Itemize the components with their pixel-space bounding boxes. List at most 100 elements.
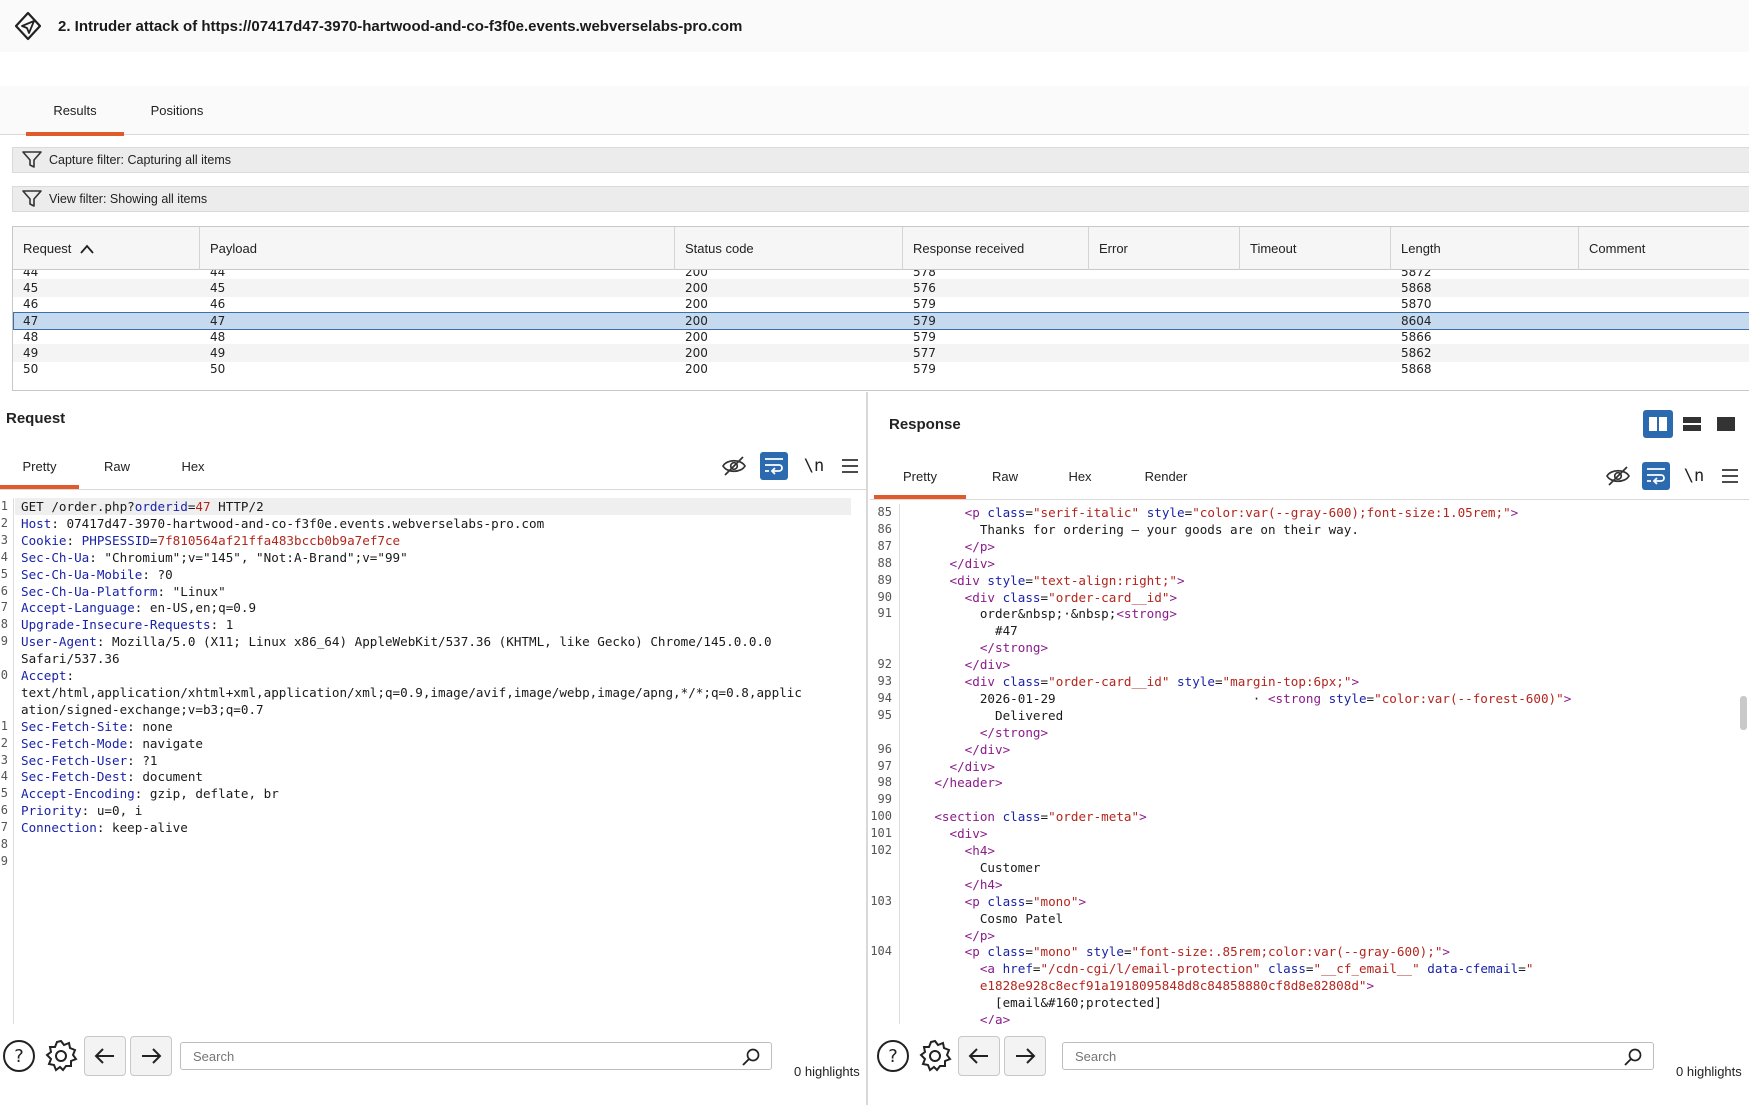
menu-icon[interactable] [836, 452, 864, 480]
request-editor[interactable]: 1 GET /order.php?orderid=47 HTTP/2 2 Host: … [0, 498, 866, 1024]
code-line: </p> [964, 927, 996, 943]
line-number: 87 [877, 538, 892, 553]
previous-match-button[interactable] [84, 1036, 126, 1076]
menu-icon[interactable] [1716, 462, 1744, 490]
line-number: 104 [870, 944, 892, 959]
column-header-payload[interactable]: Payload [200, 227, 675, 270]
line-number: 101 [870, 826, 892, 841]
previous-match-button[interactable] [958, 1036, 1000, 1076]
tab-positions-label: Positions [150, 103, 204, 118]
column-header-label: Response received [913, 241, 1025, 256]
gear-icon[interactable] [42, 1037, 80, 1075]
tab-response-raw[interactable]: Raw [984, 454, 1026, 499]
help-icon[interactable]: ? [874, 1037, 912, 1075]
tab-response-render[interactable]: Render [1136, 454, 1196, 499]
code-line: ation/signed-exchange;v=b3;q=0.7 [21, 701, 264, 717]
code-line: Sec-Fetch-User: ?1 [21, 752, 158, 768]
line-number [870, 927, 892, 944]
line-number: 2 [0, 515, 8, 530]
tab-positions[interactable]: Positions [134, 86, 220, 135]
line-number [870, 859, 892, 876]
window-title: 2. Intruder attack of https://07417d47-3… [58, 17, 743, 35]
request-highlight-count: 0 highlights [794, 1064, 860, 1079]
hide-nonprinting-icon[interactable] [1604, 462, 1632, 490]
arrow-left-icon [968, 1048, 988, 1064]
line-number: 4 [0, 769, 8, 784]
table-row[interactable]: 50 50 200 579 5868 [13, 360, 1749, 378]
code-line: Accept-Language: en-US,en;q=0.9 [21, 600, 257, 616]
newline-toggle-icon[interactable]: \n [800, 452, 828, 480]
code-line: Safari/537.36 [21, 651, 120, 667]
code-line: </strong> [979, 640, 1049, 656]
line-number: 92 [877, 657, 892, 672]
tab-label: Hex [1068, 469, 1092, 484]
columns-layout-icon [1649, 417, 1667, 431]
response-panel-title: Response [889, 416, 961, 433]
newline-toggle-icon[interactable]: \n [1680, 462, 1708, 490]
next-match-button[interactable] [130, 1036, 172, 1076]
line-number: 6 [0, 803, 8, 818]
line-number: 89 [877, 572, 892, 587]
table-cell-status: 200 [685, 362, 708, 377]
search-icon[interactable] [741, 1047, 761, 1067]
help-icon[interactable]: ? [0, 1037, 38, 1075]
vertical-scrollbar[interactable] [1740, 696, 1747, 730]
search-icon[interactable] [1623, 1047, 1643, 1067]
line-number: 6 [0, 583, 8, 598]
code-line: Sec-Ch-Ua: "Chromium";v="145", "Not:A-Br… [21, 549, 408, 565]
column-header-request[interactable]: Request [13, 227, 200, 270]
tab-label: Pretty [22, 459, 57, 474]
word-wrap-icon[interactable] [760, 452, 788, 480]
single-layout-icon [1717, 417, 1735, 431]
code-line: </a> [979, 1012, 1011, 1024]
line-number: 98 [877, 775, 892, 790]
column-header-length[interactable]: Length [1391, 227, 1579, 270]
column-header-label: Comment [1589, 241, 1646, 256]
column-header-comment[interactable]: Comment [1579, 227, 1749, 270]
line-number: 93 [877, 674, 892, 688]
line-number: 86 [877, 521, 892, 536]
response-editor[interactable]: 85 <p class="serif-italic" style="color:… [870, 504, 1749, 1024]
next-match-button[interactable] [1004, 1036, 1046, 1076]
code-line: <div style="text-align:right;"> [949, 572, 1185, 588]
burp-logo-icon [14, 11, 42, 41]
hide-nonprinting-icon[interactable] [720, 452, 748, 480]
tab-request-hex[interactable]: Hex [173, 444, 213, 489]
tabs-view-button[interactable] [1711, 410, 1741, 438]
line-number: 102 [870, 843, 892, 857]
tab-response-hex[interactable]: Hex [1059, 454, 1101, 499]
column-header-label: Error [1099, 241, 1128, 256]
gear-icon[interactable] [916, 1037, 954, 1075]
view-filter-bar[interactable]: View filter: Showing all items [12, 186, 1749, 212]
tab-response-pretty[interactable]: Pretty [874, 454, 966, 499]
table-cell-length: 5868 [1401, 362, 1432, 377]
line-number: 97 [877, 758, 892, 773]
column-header-response-received[interactable]: Response received [903, 227, 1089, 270]
line-number [0, 684, 8, 701]
column-header-status-code[interactable]: Status code [675, 227, 903, 270]
split-horizontal-view-button[interactable] [1643, 410, 1673, 438]
tab-request-raw[interactable]: Raw [97, 444, 137, 489]
split-vertical-view-button[interactable] [1677, 410, 1707, 438]
word-wrap-icon[interactable] [1642, 462, 1670, 490]
response-search-box[interactable] [1062, 1042, 1654, 1070]
column-header-label: Payload [210, 241, 257, 256]
response-search-input[interactable] [1075, 1048, 1547, 1064]
capture-filter-bar[interactable]: Capture filter: Capturing all items [12, 147, 1749, 173]
tab-request-pretty[interactable]: Pretty [0, 444, 79, 489]
line-number [870, 639, 892, 656]
view-filter-label: View filter: Showing all items [49, 192, 208, 206]
code-line: text/html,application/xhtml+xml,applicat… [21, 684, 802, 700]
results-table-body: 44 44 200 578 5872 45 45 200 576 5868 46 46 200 579 58… [13, 270, 1749, 390]
column-header-error[interactable]: Error [1089, 227, 1240, 270]
code-line: <p class="mono"> [964, 893, 1087, 909]
code-line: order&nbsp;·&nbsp;<strong> [904, 606, 1177, 622]
tab-divider [870, 499, 1749, 500]
tab-results[interactable]: Results [26, 86, 124, 136]
request-search-box[interactable] [180, 1042, 772, 1070]
title-bar: 2. Intruder attack of https://07417d47-3… [0, 0, 1749, 52]
request-search-input[interactable] [193, 1048, 665, 1064]
column-header-timeout[interactable]: Timeout [1240, 227, 1391, 270]
line-number: 1 [0, 718, 8, 733]
svg-text:?: ? [888, 1046, 898, 1067]
